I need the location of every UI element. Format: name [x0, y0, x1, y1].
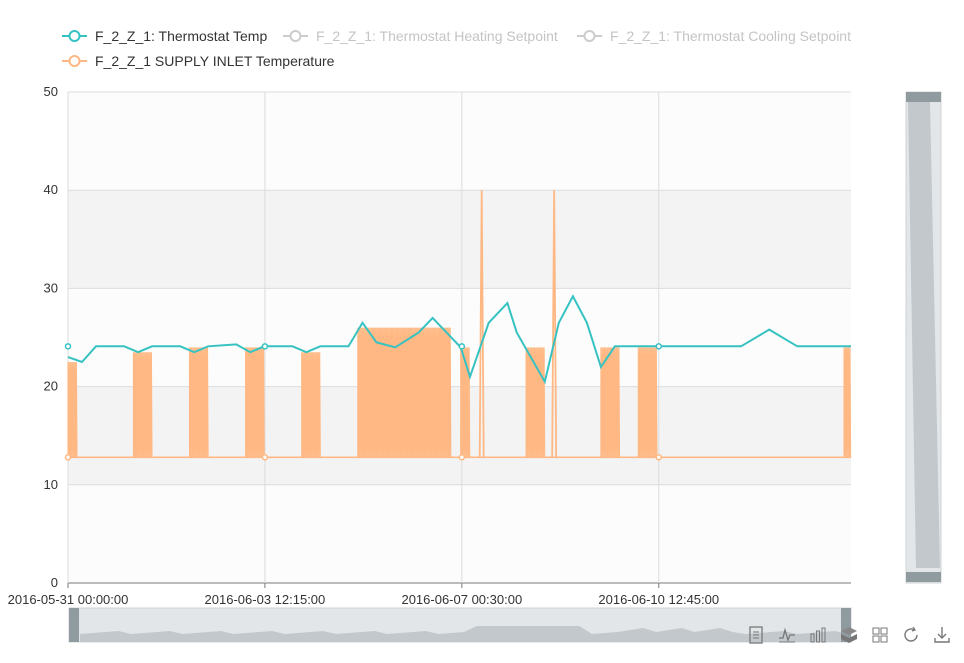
- legend-label: F_2_Z_1: Thermostat Temp: [95, 28, 267, 44]
- tiled-icon[interactable]: [867, 622, 892, 648]
- y-axis-ticks: 0 10 20 30 40 50: [44, 84, 58, 590]
- y-zoom-slider[interactable]: [905, 91, 942, 584]
- x-tick-label: 2016-05-31 00:00:00: [8, 592, 129, 607]
- chart-container: F_2_Z_1: Thermostat Temp F_2_Z_1: Thermos…: [0, 0, 964, 658]
- thermostat-marker: [64, 343, 72, 350]
- supply-marker: [458, 454, 466, 461]
- thermostat-marker: [458, 343, 466, 350]
- supply-occupied-period: [301, 352, 321, 458]
- chart-toolbar: [744, 622, 954, 648]
- x-zoom-slider[interactable]: [68, 607, 852, 643]
- x-tick-label: 2016-06-03 12:15:00: [205, 592, 326, 607]
- plot-band: [68, 484, 851, 583]
- x-tick-label: 2016-06-10 12:45:00: [598, 592, 719, 607]
- bar-chart-icon[interactable]: [806, 622, 831, 648]
- x-tick-label: 2016-06-07 00:30:00: [401, 592, 522, 607]
- legend-marker: [289, 30, 302, 42]
- supply-occupied-period: [843, 347, 852, 458]
- stack-icon[interactable]: [837, 622, 862, 648]
- y-tick-label: 10: [44, 477, 58, 492]
- supply-occupied-period: [245, 347, 265, 458]
- y-zoom-handle-bottom[interactable]: [906, 572, 941, 582]
- supply-occupied-period: [67, 362, 78, 458]
- supply-marker: [655, 454, 663, 461]
- data-view-icon[interactable]: [744, 622, 769, 648]
- plot-band: [68, 288, 851, 387]
- plot-band: [68, 92, 851, 191]
- legend-marker: [583, 30, 596, 42]
- legend-item[interactable]: F_2_Z_1: Thermostat Heating Setpoint: [283, 28, 558, 44]
- y-tick-label: 30: [44, 280, 58, 295]
- line-chart-icon[interactable]: [775, 622, 800, 648]
- thermostat-marker: [655, 343, 663, 350]
- legend-item[interactable]: F_2_Z_1 SUPPLY INLET Temperature: [62, 53, 335, 69]
- y-tick-label: 40: [44, 182, 58, 197]
- plot-background: [68, 92, 851, 583]
- y-zoom-handle-top[interactable]: [906, 92, 941, 102]
- legend-marker: [68, 55, 81, 67]
- legend-label: F_2_Z_1: Thermostat Cooling Setpoint: [610, 28, 851, 44]
- supply-occupied-period: [132, 352, 153, 458]
- restore-icon[interactable]: [898, 622, 923, 648]
- x-axis-ticks: 2016-05-31 00:00:00 2016-06-03 12:15:00 20…: [8, 583, 719, 607]
- legend-item[interactable]: F_2_Z_1: Thermostat Cooling Setpoint: [577, 28, 851, 44]
- x-zoom-handle-left[interactable]: [69, 608, 79, 642]
- legend[interactable]: F_2_Z_1: Thermostat Temp F_2_Z_1: Thermos…: [62, 28, 851, 69]
- legend-item[interactable]: F_2_Z_1: Thermostat Temp: [62, 28, 267, 44]
- plot-band: [68, 190, 851, 289]
- supply-occupied-period: [637, 347, 658, 458]
- y-tick-label: 50: [44, 84, 58, 99]
- y-tick-label: 0: [51, 575, 58, 590]
- chart: F_2_Z_1: Thermostat Temp F_2_Z_1: Thermos…: [8, 28, 942, 643]
- save-image-icon[interactable]: [929, 622, 954, 648]
- supply-marker: [261, 454, 269, 461]
- legend-label: F_2_Z_1: Thermostat Heating Setpoint: [316, 28, 558, 44]
- thermostat-marker: [261, 343, 269, 350]
- legend-label: F_2_Z_1 SUPPLY INLET Temperature: [95, 53, 335, 69]
- y-tick-label: 20: [44, 379, 58, 394]
- supply-occupied-period: [357, 327, 452, 458]
- supply-marker: [64, 454, 72, 461]
- legend-marker: [68, 30, 81, 42]
- supply-occupied-period: [188, 347, 209, 458]
- plot-band: [68, 386, 851, 485]
